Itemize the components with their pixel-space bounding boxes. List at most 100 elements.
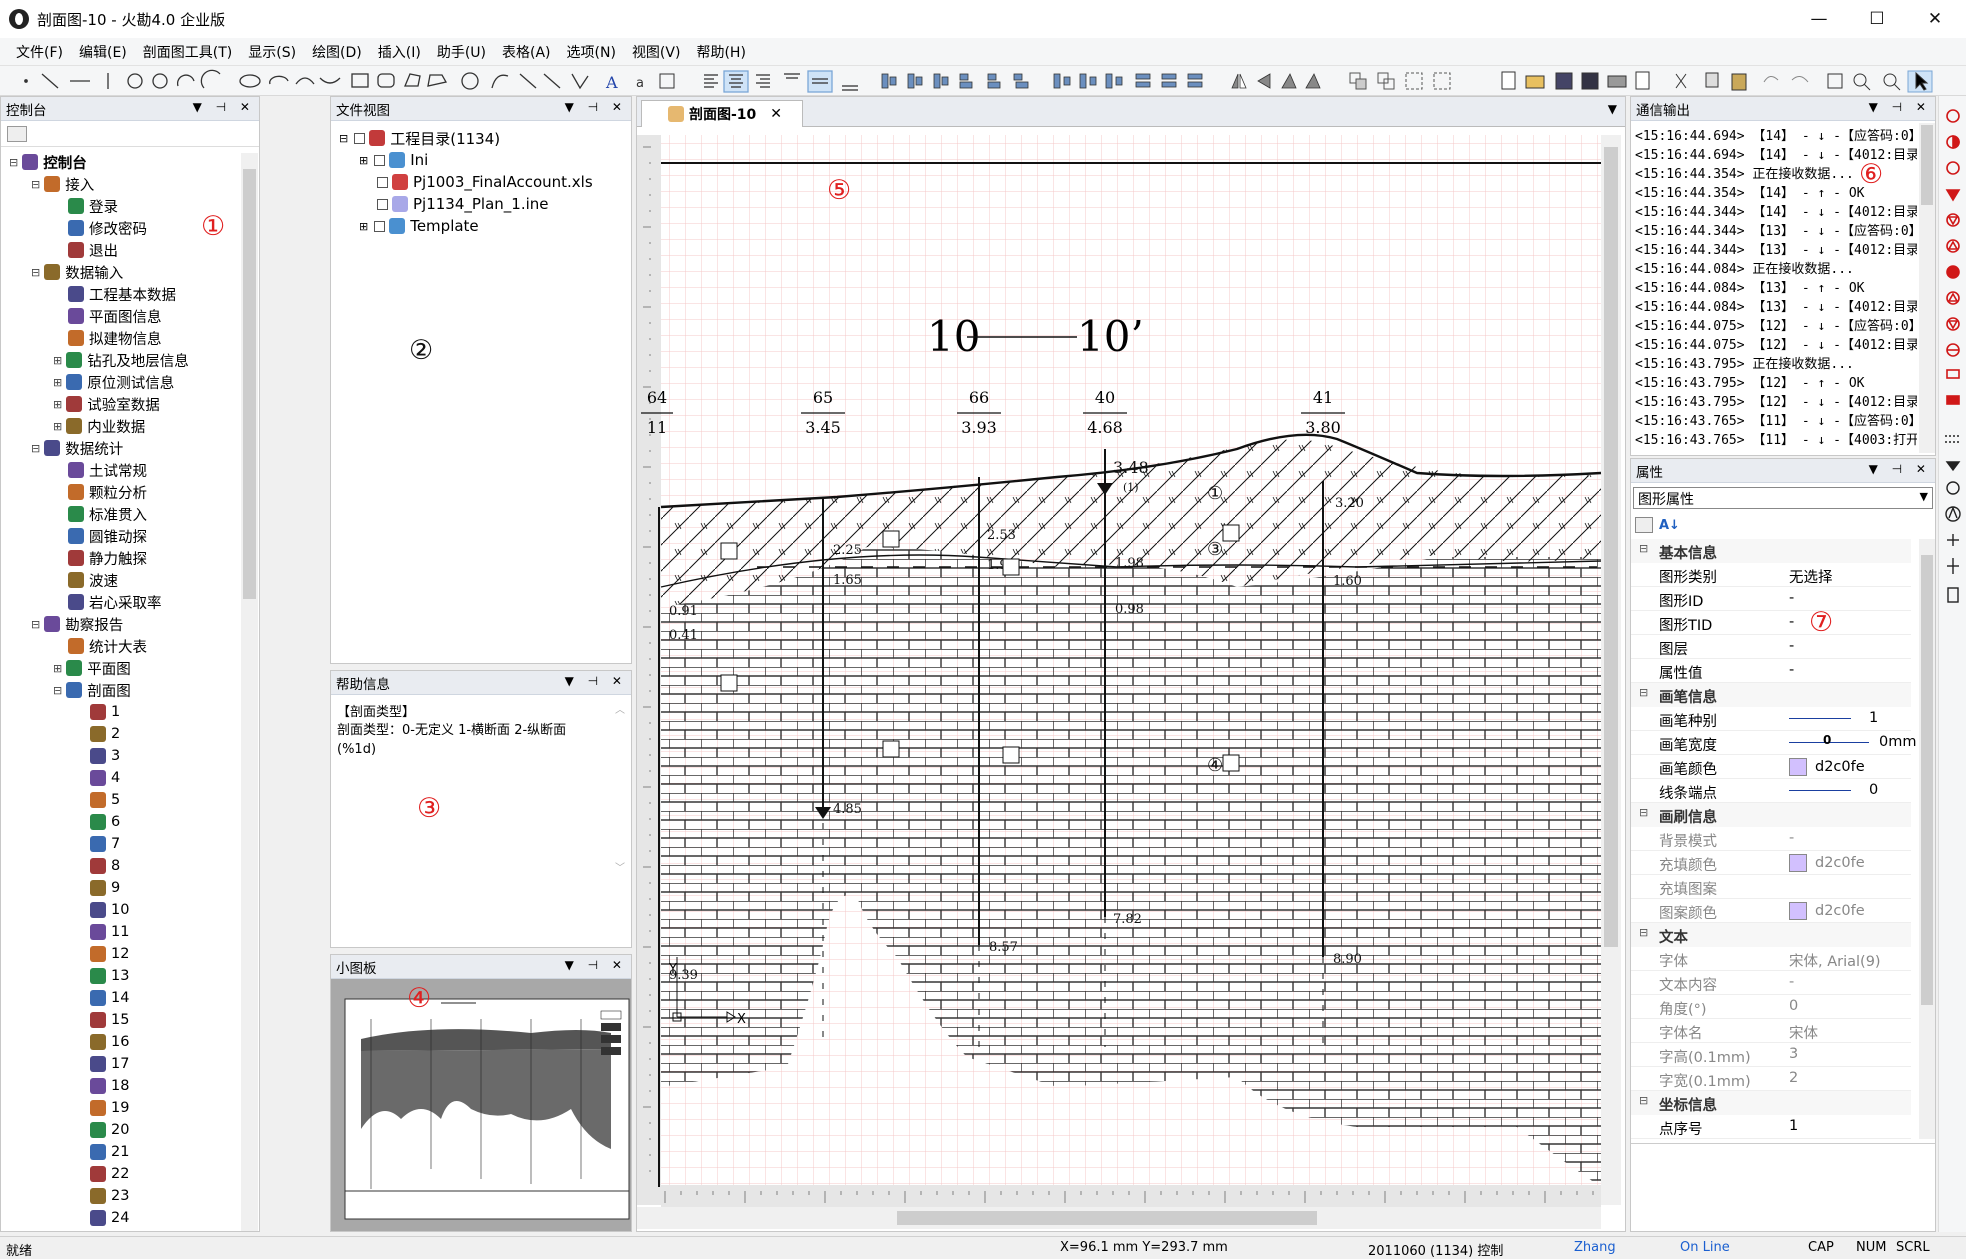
console-tree-item[interactable]: ⊞ 原位测试信息 [53,371,174,393]
console-tree-item[interactable]: 修改密码 [53,217,147,239]
panel-controls[interactable]: ▼ ⊣ ✕ [193,100,255,114]
console-tree-item[interactable]: ⊞ 钻孔及地层信息 [53,349,189,371]
console-tree-item[interactable]: 20 [75,1119,129,1141]
tree-expander-icon[interactable]: ⊟ [31,178,40,191]
panel-controls[interactable]: ▼ ⊣ ✕ [565,674,627,688]
console-tree-item[interactable]: 12 [75,943,129,965]
console-tree-item[interactable]: ⊞ 平面图 [53,657,131,679]
toolbar-icons[interactable]: A a [0,66,1966,96]
property-row[interactable]: 文本内容 - [1631,971,1911,995]
console-tree-item[interactable]: 22 [75,1163,129,1185]
section-collapse-icon[interactable]: ⊟ [1639,926,1648,939]
property-section[interactable]: ⊟ 坐标信息 [1631,1091,1911,1115]
console-tree-item[interactable]: 1 [75,701,120,723]
comm-scroll-thumb[interactable] [1921,125,1933,205]
console-tree-item[interactable]: 14 [75,987,129,1009]
console-tree-item[interactable]: 17 [75,1053,129,1075]
property-row[interactable]: 图形TID - [1631,611,1911,635]
console-tree-item[interactable]: 土试常规 [53,459,147,481]
property-section[interactable]: ⊟ 画笔信息 [1631,683,1911,707]
console-tree-item[interactable]: ⊟ 数据统计 [31,437,123,459]
tree-expander-icon[interactable]: ⊞ [53,376,62,389]
property-row[interactable]: 图形ID - [1631,587,1911,611]
file-tree-item-xls[interactable]: Pj1003_FinalAccount.xls [377,171,593,193]
console-tree-item[interactable]: 10 [75,899,129,921]
console-tree-item[interactable]: 波速 [53,569,118,591]
console-tree-item[interactable]: 23 [75,1185,129,1207]
property-row[interactable]: 背景模式 - [1631,827,1911,851]
console-tree-item[interactable]: 退出 [53,239,118,261]
categorized-view-icon[interactable] [1635,517,1653,533]
color-swatch[interactable] [1789,854,1807,872]
console-tree-item[interactable]: 岩心采取率 [53,591,162,613]
tree-expander-icon[interactable]: ⊟ [9,156,18,169]
section-collapse-icon[interactable]: ⊟ [1639,1094,1648,1107]
minimize-button[interactable]: — [1790,0,1848,38]
console-tree-item[interactable]: 24 [75,1207,129,1229]
console-scroll-thumb[interactable] [243,169,256,599]
menu-file[interactable]: 文件(F) [8,42,71,62]
console-tree-item[interactable]: 登录 [53,195,118,217]
pen-width-slider[interactable]: 0 [1789,733,1869,747]
menu-edit[interactable]: 编辑(E) [71,42,135,62]
comm-scrollbar[interactable] [1919,123,1935,453]
property-grid[interactable]: ⊟ 基本信息 图形类别 无选择 图形ID - 图形TID - 图层 - 属性值 - ⊟ 画笔信息 画笔种别 1… [1631,539,1919,1139]
property-row[interactable]: 字宽(0.1mm) 2 [1631,1067,1911,1091]
panel-controls[interactable]: ▼ ⊣ ✕ [565,958,627,972]
props-scrollbar[interactable] [1919,539,1935,1139]
console-scrollbar[interactable] [241,153,258,1231]
console-tree-item[interactable]: ⊞ 试验室数据 [53,393,160,415]
console-tree-item[interactable]: 圆锥动探 [53,525,147,547]
console-tree-item[interactable]: 16 [75,1031,129,1053]
mini-map-viewport[interactable]: ④ [331,979,631,1231]
file-tree-root[interactable]: ⊟ 工程目录(1134) [339,127,500,149]
tab-close-icon[interactable]: ✕ [770,106,782,122]
tree-expander-icon[interactable]: ⊞ [53,662,62,675]
console-tree-item[interactable]: 11 [75,921,129,943]
tab-dropdown-icon[interactable]: ▼ [1608,102,1617,116]
color-swatch[interactable] [1789,758,1807,776]
tree-expander-icon[interactable]: ⊟ [31,618,40,631]
console-tree-item[interactable]: 7 [75,833,120,855]
console-tree-item[interactable]: 21 [75,1141,129,1163]
console-tree-item[interactable]: 2 [75,723,120,745]
console-tree-item[interactable]: ⊟ 勘察报告 [31,613,123,635]
color-swatch[interactable] [1789,902,1807,920]
maximize-button[interactable]: ☐ [1848,0,1906,38]
menu-options[interactable]: 选项(N) [559,42,624,62]
property-row[interactable]: 属性值 - [1631,659,1911,683]
property-section[interactable]: ⊟ 画刷信息 [1631,803,1911,827]
tree-expander-icon[interactable]: ⊟ [31,266,40,279]
property-row[interactable]: 画笔种别 1 [1631,707,1911,731]
console-tree[interactable]: ⊟ 控制台 ⊟ 接入 登录 修改密码 退出 ⊟ 数据输入 工程基本数据 平面图信息 拟建物信息 ⊞ 钻孔及… [1,151,241,1231]
props-scroll-thumb[interactable] [1921,555,1933,1005]
property-row[interactable]: 充填颜色 d2c0fe [1631,851,1911,875]
menu-insert[interactable]: 插入(I) [370,42,429,62]
tree-expander-icon[interactable]: ⊞ [53,420,62,433]
console-tree-item[interactable]: ⊟ 数据输入 [31,261,123,283]
menu-display[interactable]: 显示(S) [240,42,304,62]
panel-controls[interactable]: ▼ ⊣ ✕ [1869,462,1931,476]
menu-table[interactable]: 表格(A) [494,42,559,62]
property-row[interactable]: 画笔宽度 0 0mm [1631,731,1916,755]
panel-controls[interactable]: ▼ ⊣ ✕ [565,100,627,114]
right-toolbar-icons[interactable] [1939,96,1966,656]
help-scrollbar[interactable]: ︿ ﹀ [615,701,627,941]
property-row[interactable]: 字体 宋体, Arial(9) [1631,947,1911,971]
property-row[interactable]: 字体名 宋体 [1631,1019,1911,1043]
tab-section-10[interactable]: 剖面图-10 ✕ [641,100,803,127]
panel-controls[interactable]: ▼ ⊣ ✕ [1869,100,1931,114]
property-row[interactable]: 角度(°) 0 [1631,995,1911,1019]
console-tree-item[interactable]: 4 [75,767,120,789]
file-tree-item-ine[interactable]: Pj1134_Plan_1.ine [377,193,549,215]
property-row[interactable]: 画笔颜色 d2c0fe [1631,755,1911,779]
alphabetical-sort-icon[interactable]: A↓ [1659,518,1680,533]
console-tree-item[interactable]: 9 [75,877,120,899]
console-toolbar-icon[interactable] [7,126,27,142]
property-row[interactable]: 点序号 1 [1631,1115,1911,1139]
menu-assistant[interactable]: 助手(U) [429,42,494,62]
console-tree-item[interactable]: 拟建物信息 [53,327,162,349]
menu-help[interactable]: 帮助(H) [688,42,753,62]
console-tree-item[interactable]: 18 [75,1075,129,1097]
console-tree-item[interactable]: 统计大表 [53,635,147,657]
